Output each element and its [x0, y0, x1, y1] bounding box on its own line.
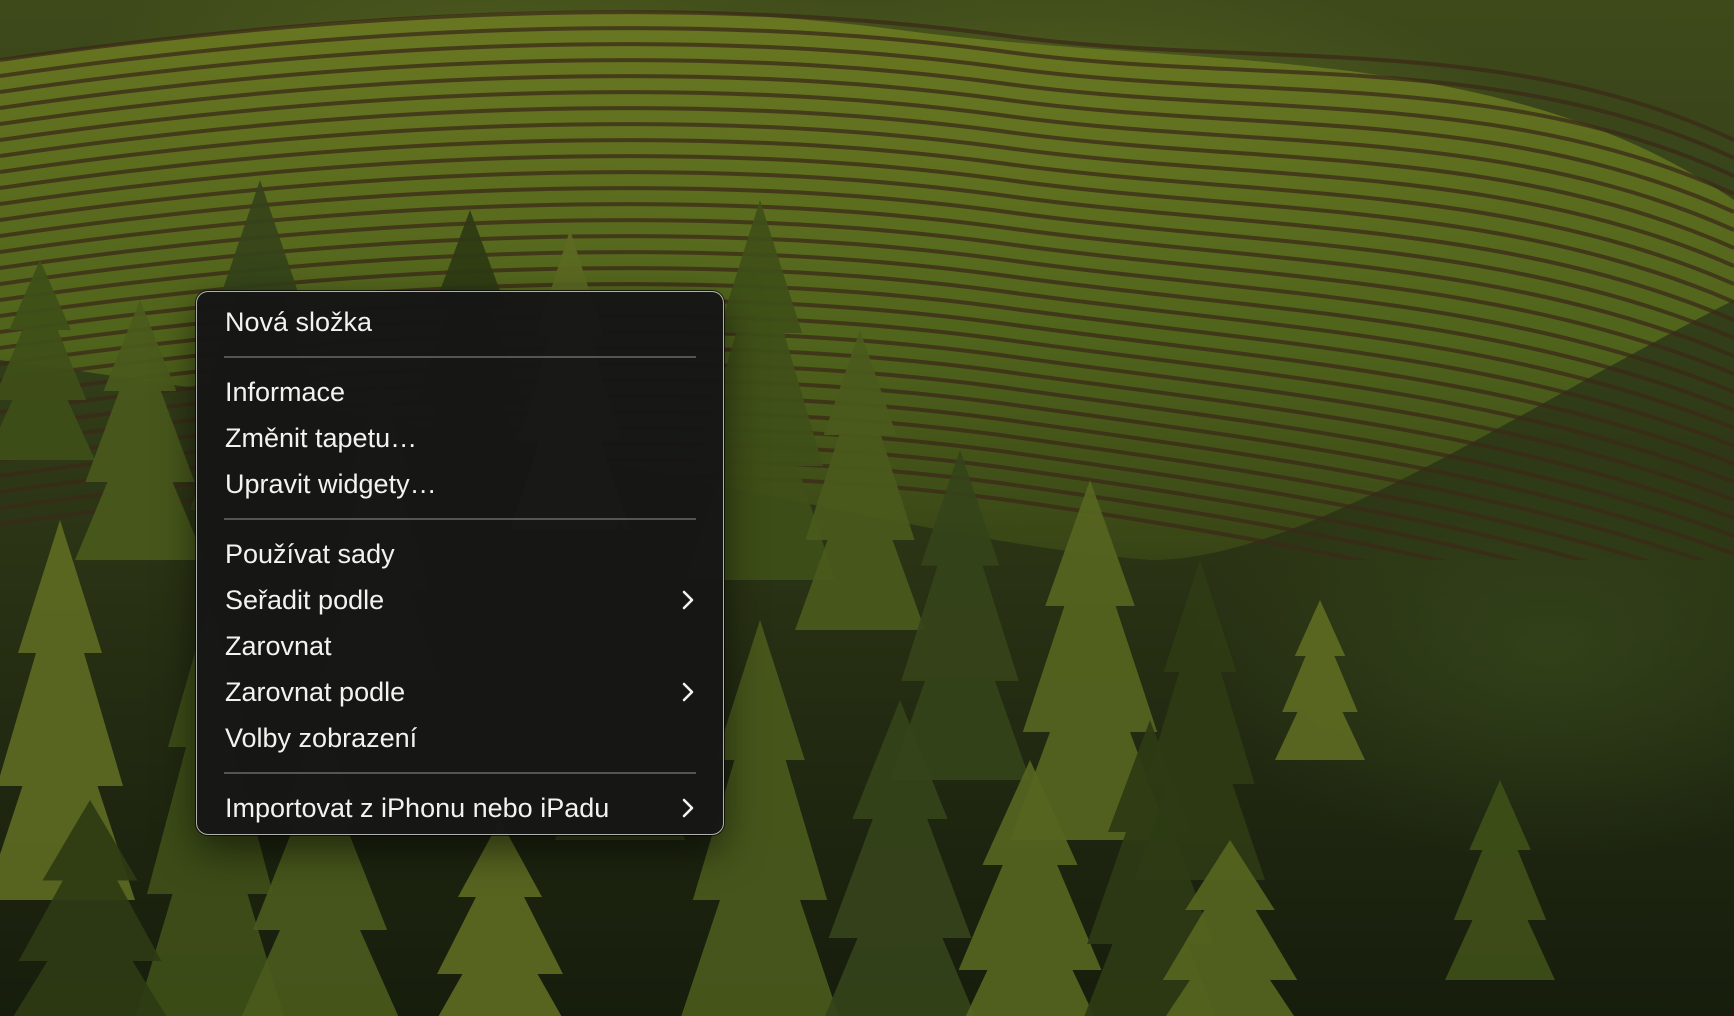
menu-item-label: Zarovnat podle	[225, 677, 406, 707]
chevron-right-icon	[681, 669, 695, 715]
menu-item-label: Používat sady	[225, 539, 395, 569]
menu-separator	[224, 518, 696, 520]
menu-item-zmenit-tapetu[interactable]: Změnit tapetu…	[197, 415, 723, 461]
menu-separator	[224, 356, 696, 358]
menu-item-label: Změnit tapetu…	[225, 423, 418, 453]
desktop-context-menu[interactable]: Nová složka Informace Změnit tapetu… Upravi…	[196, 291, 724, 835]
menu-item-label: Seřadit podle	[225, 585, 385, 615]
menu-separator	[224, 772, 696, 774]
menu-item-label: Upravit widgety…	[225, 469, 437, 499]
desktop[interactable]: Nová složka Informace Změnit tapetu… Upravi…	[0, 0, 1734, 1016]
menu-item-label: Informace	[225, 377, 346, 407]
menu-item-informace[interactable]: Informace	[197, 369, 723, 415]
menu-item-label: Nová složka	[225, 307, 373, 337]
menu-item-volby-zobrazeni[interactable]: Volby zobrazení	[197, 715, 723, 761]
menu-item-seradit-podle[interactable]: Seřadit podle	[197, 577, 723, 623]
chevron-right-icon	[681, 785, 695, 831]
menu-item-label: Volby zobrazení	[225, 723, 418, 753]
menu-item-label: Importovat z iPhonu nebo iPadu	[225, 793, 610, 823]
menu-item-importovat-z-iphonu-nebo-ipadu[interactable]: Importovat z iPhonu nebo iPadu	[197, 785, 723, 831]
chevron-right-icon	[681, 577, 695, 623]
menu-item-label: Zarovnat	[225, 631, 332, 661]
menu-item-upravit-widgety[interactable]: Upravit widgety…	[197, 461, 723, 507]
menu-item-zarovnat-podle[interactable]: Zarovnat podle	[197, 669, 723, 715]
menu-item-nova-slozka[interactable]: Nová složka	[197, 299, 723, 345]
menu-item-zarovnat[interactable]: Zarovnat	[197, 623, 723, 669]
menu-item-pouzivat-sady[interactable]: Používat sady	[197, 531, 723, 577]
